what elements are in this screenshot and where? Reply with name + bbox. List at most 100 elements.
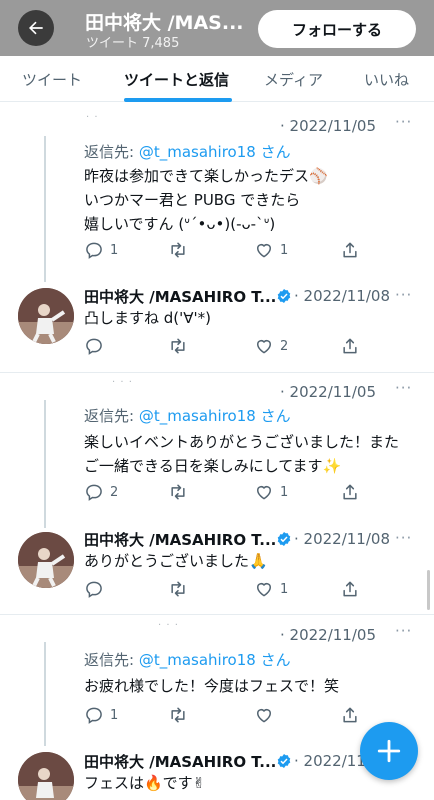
tab-likes[interactable]: いいね bbox=[364, 69, 409, 90]
verified-badge-icon bbox=[277, 289, 291, 303]
reply-icon bbox=[86, 242, 102, 259]
tweet-date: · 2022/11/08 bbox=[294, 287, 390, 305]
avatar-image bbox=[18, 532, 74, 588]
share-icon bbox=[343, 581, 357, 597]
reply-icon bbox=[86, 707, 102, 724]
back-button[interactable] bbox=[18, 10, 54, 46]
tweet-text-line: ご一緒できる日を楽しみにしてます✨ bbox=[84, 457, 342, 475]
reply-to-handle[interactable]: @t_masahiro18 さん bbox=[139, 651, 291, 669]
avatar[interactable] bbox=[18, 532, 74, 588]
reply-button[interactable]: 1 bbox=[84, 705, 118, 725]
avatar[interactable] bbox=[18, 752, 74, 800]
compose-plus-icon bbox=[377, 739, 401, 763]
like-icon bbox=[257, 583, 271, 597]
author-name[interactable]: 田中将大 /MASAHIRO T... bbox=[84, 751, 276, 772]
follow-button[interactable]: フォローする bbox=[258, 10, 416, 48]
tweet-actions: 2 1 bbox=[84, 482, 374, 504]
author-name[interactable]: 田中将大 /MASAHIRO T... bbox=[84, 529, 276, 550]
tweet-actions: 1 bbox=[84, 705, 374, 727]
scrollbar[interactable] bbox=[427, 570, 430, 610]
tab-tweets[interactable]: ツイート bbox=[22, 69, 82, 90]
avatar-image bbox=[18, 752, 74, 800]
thread-divider bbox=[0, 372, 434, 373]
retweet-button[interactable] bbox=[168, 240, 194, 260]
tweet-text-line: 楽しいイベントありがとうございました！また bbox=[84, 433, 400, 451]
reply-to-handle[interactable]: @t_masahiro18 さん bbox=[139, 143, 291, 161]
more-options-button[interactable]: ··· bbox=[395, 286, 412, 304]
active-tab-indicator bbox=[124, 98, 232, 102]
like-button[interactable]: 2 bbox=[254, 336, 288, 356]
retweet-button[interactable] bbox=[168, 705, 194, 725]
profile-tabs: ツイート ツイートと返信 メディア いいね bbox=[0, 56, 434, 102]
retweet-icon bbox=[171, 484, 185, 500]
fan-name-obscured: · · · bbox=[158, 620, 179, 631]
share-button[interactable] bbox=[340, 336, 360, 356]
reply-to-label: 返信先: bbox=[84, 143, 139, 161]
share-button[interactable] bbox=[340, 705, 360, 725]
like-button[interactable]: 1 bbox=[254, 240, 288, 260]
tweet-text-line: いつかマー君と PUBG できたら bbox=[84, 191, 301, 209]
reply-button[interactable]: 2 bbox=[84, 482, 118, 502]
reply-button[interactable] bbox=[84, 579, 110, 599]
retweet-icon bbox=[171, 242, 185, 258]
thread-line bbox=[44, 136, 46, 282]
reply-icon bbox=[86, 484, 102, 501]
like-icon bbox=[257, 709, 271, 723]
tweet-text-line: 嬉しいですん (ᐡ´•ᴗ•)(-ᴗ-`ᐡ) bbox=[84, 215, 276, 233]
more-options-button[interactable]: ··· bbox=[395, 379, 412, 397]
tweet-text-line: お疲れ様でした！今度はフェスで！笑 bbox=[84, 677, 340, 695]
share-button[interactable] bbox=[340, 240, 360, 260]
like-count: 2 bbox=[280, 338, 289, 354]
profile-header: 田中将大 /MAS... ツイート 7,485 フォローする bbox=[0, 0, 434, 56]
author-name[interactable]: 田中将大 /MASAHIRO T... bbox=[84, 286, 276, 307]
avatar[interactable] bbox=[18, 288, 74, 344]
like-button[interactable]: 1 bbox=[254, 482, 288, 502]
share-button[interactable] bbox=[340, 579, 360, 599]
reply-to-label: 返信先: bbox=[84, 651, 139, 669]
tweet-text-line: 昨夜は参加できて楽しかったデス⚾ bbox=[84, 167, 328, 185]
thread-line bbox=[44, 400, 46, 528]
reply-to-line: 返信先: @t_masahiro18 さん bbox=[84, 649, 291, 670]
like-button[interactable] bbox=[254, 705, 280, 725]
like-button[interactable]: 1 bbox=[254, 579, 288, 599]
retweet-button[interactable] bbox=[168, 336, 194, 356]
reply-button[interactable] bbox=[84, 336, 110, 356]
share-icon bbox=[343, 484, 357, 500]
retweet-button[interactable] bbox=[168, 482, 194, 502]
like-count: 1 bbox=[280, 581, 289, 597]
tweet-text-line: フェスは🔥です✌ bbox=[84, 774, 206, 792]
tweet-date: · 2022/11/05 bbox=[280, 383, 376, 401]
reply-button[interactable]: 1 bbox=[84, 240, 118, 260]
retweet-icon bbox=[171, 338, 185, 354]
reply-count: 1 bbox=[110, 242, 119, 258]
share-icon bbox=[343, 707, 357, 723]
reply-to-line: 返信先: @t_masahiro18 さん bbox=[84, 141, 291, 162]
tweet-text-line: 凸しますね d('∀'*) bbox=[84, 309, 212, 327]
tweet-actions: 1 bbox=[84, 579, 374, 601]
like-icon bbox=[257, 244, 271, 258]
more-options-button[interactable]: ··· bbox=[395, 529, 412, 547]
verified-badge-icon bbox=[277, 754, 291, 768]
back-arrow-icon bbox=[29, 21, 43, 35]
like-count: 1 bbox=[280, 484, 289, 500]
more-options-button[interactable]: ··· bbox=[395, 622, 412, 640]
like-icon bbox=[257, 486, 271, 500]
like-count: 1 bbox=[280, 242, 289, 258]
share-button[interactable] bbox=[340, 482, 360, 502]
tab-tweets-and-replies[interactable]: ツイートと返信 bbox=[124, 69, 229, 90]
tab-media[interactable]: メディア bbox=[264, 69, 323, 90]
retweet-button[interactable] bbox=[168, 579, 194, 599]
reply-to-line: 返信先: @t_masahiro18 さん bbox=[84, 405, 291, 426]
more-options-button[interactable]: ··· bbox=[395, 113, 412, 131]
retweet-icon bbox=[171, 707, 185, 723]
avatar-image bbox=[18, 288, 74, 344]
profile-name: 田中将大 /MAS... bbox=[85, 12, 244, 34]
reply-to-handle[interactable]: @t_masahiro18 さん bbox=[139, 407, 291, 425]
reply-to-label: 返信先: bbox=[84, 407, 139, 425]
share-icon bbox=[343, 242, 357, 258]
tweet-date: · 2022/11/08 bbox=[294, 530, 390, 548]
thread-line bbox=[44, 642, 46, 746]
compose-tweet-button[interactable] bbox=[360, 722, 418, 780]
retweet-icon bbox=[171, 581, 185, 597]
fan-name-obscured: · · · bbox=[112, 377, 133, 388]
